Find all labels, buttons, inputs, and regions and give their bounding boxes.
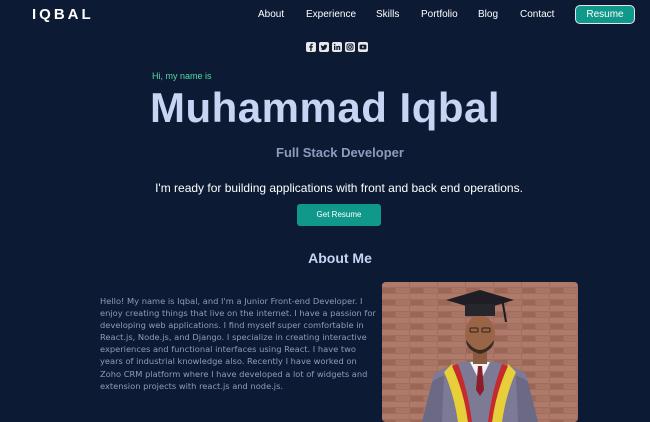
get-resume-button[interactable]: Get Resume — [297, 204, 381, 226]
hero-tagline: I'm ready for building applications with… — [155, 181, 523, 195]
profile-photo — [382, 282, 578, 422]
nav-link-contact[interactable]: Contact — [520, 9, 554, 20]
linkedin-icon[interactable] — [332, 42, 342, 52]
nav-link-portfolio[interactable]: Portfolio — [421, 9, 458, 20]
nav-link-about[interactable]: About — [258, 9, 284, 20]
profile-photo-graphic — [382, 282, 578, 422]
nav-link-blog[interactable]: Blog — [478, 9, 498, 20]
resume-button[interactable]: Resume — [575, 5, 635, 24]
facebook-icon[interactable] — [306, 42, 316, 52]
hero-greeting: Hi, my name is — [152, 71, 212, 81]
hero-role: Full Stack Developer — [276, 145, 404, 160]
navbar: IQBAL About Experience Skills Portfolio … — [0, 0, 650, 30]
instagram-icon[interactable] — [345, 42, 355, 52]
social-links — [306, 42, 368, 52]
nav-link-experience[interactable]: Experience — [306, 9, 356, 20]
youtube-icon[interactable] — [358, 42, 368, 52]
about-text: Hello! My name is Iqbal, and I'm a Junio… — [100, 296, 376, 391]
nav-link-skills[interactable]: Skills — [376, 9, 399, 20]
hero-name: Muhammad Iqbal — [150, 84, 501, 131]
twitter-icon[interactable] — [319, 42, 329, 52]
site-logo[interactable]: IQBAL — [32, 6, 94, 23]
about-title: About Me — [308, 250, 372, 266]
